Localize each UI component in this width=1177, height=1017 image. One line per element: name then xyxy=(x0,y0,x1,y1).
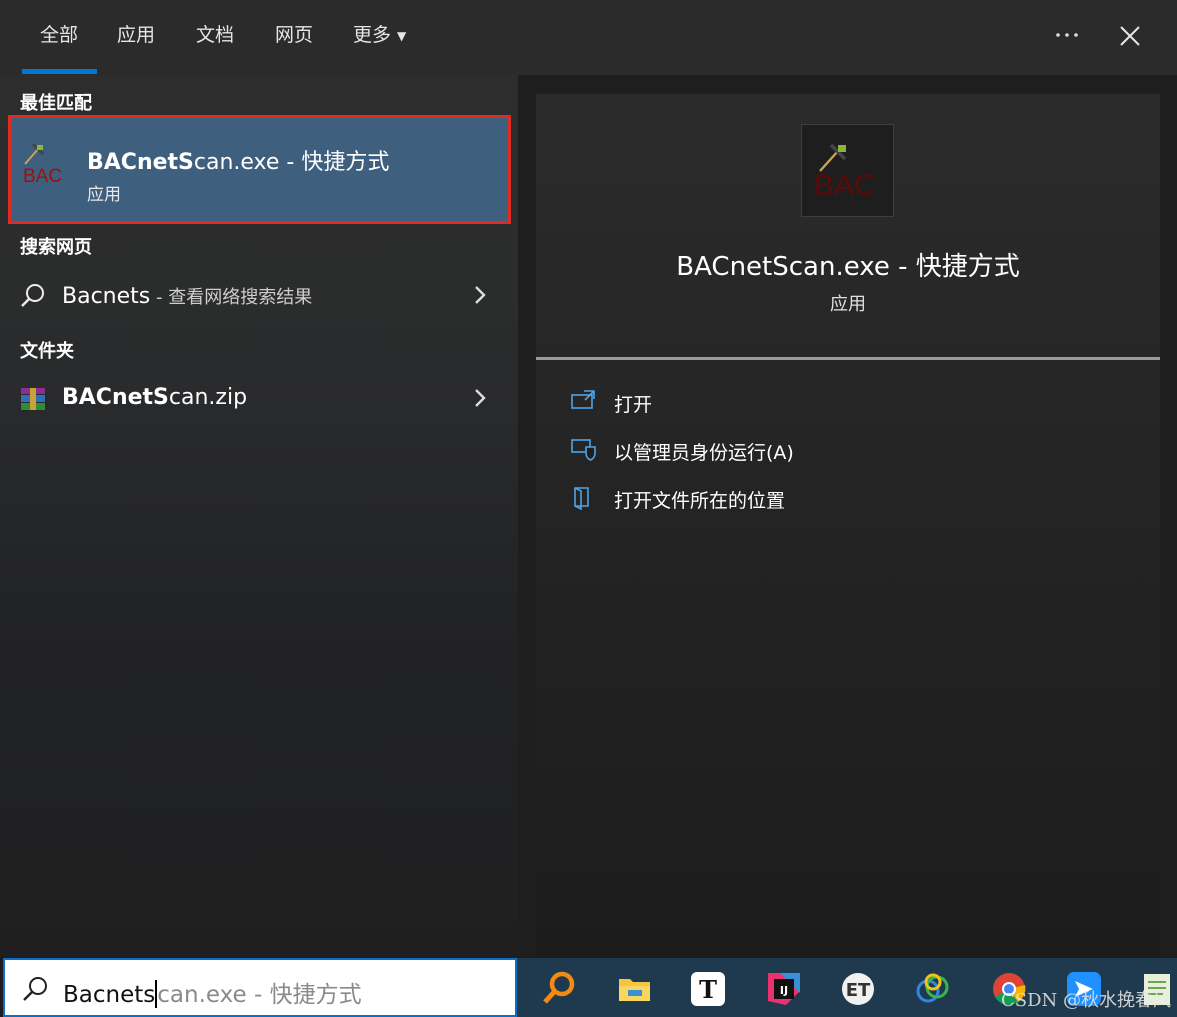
section-best-match: 最佳匹配 xyxy=(20,93,92,114)
typora-icon[interactable]: T xyxy=(690,971,725,1006)
chevron-right-icon[interactable] xyxy=(472,386,488,414)
tab-web[interactable]: 网页 xyxy=(275,22,313,48)
search-query: Bacnetscan.exe - 快捷方式 xyxy=(63,975,362,1009)
action-run-as-admin-label: 以管理员身份运行(A) xyxy=(614,442,794,464)
winrar-archive-icon xyxy=(20,387,46,415)
folder-name-bold: BACnetS xyxy=(62,385,169,410)
app-rings-icon[interactable] xyxy=(915,971,949,1005)
preview-card xyxy=(536,94,1160,957)
open-window-icon xyxy=(570,389,596,415)
tab-apps[interactable]: 应用 xyxy=(117,22,155,48)
et-app-icon[interactable]: ET xyxy=(840,971,874,1005)
preview-title: BACnetScan.exe - 快捷方式 xyxy=(676,252,1020,282)
action-open-file-location-label: 打开文件所在的位置 xyxy=(614,490,786,512)
intellij-idea-icon[interactable]: IJ xyxy=(766,971,800,1005)
search-scope-bar: 全部 应用 文档 网页 更多 ▼ xyxy=(0,0,1177,75)
file-location-icon xyxy=(570,485,596,515)
web-result-text: Bacnets - 查看网络搜索结果 xyxy=(62,283,312,309)
folder-result-text: BACnetScan.zip xyxy=(62,385,247,410)
search-typed-text: Bacnets xyxy=(63,982,156,1008)
web-query: Bacnets xyxy=(62,284,151,309)
tab-documents[interactable]: 文档 xyxy=(196,22,234,48)
file-explorer-icon[interactable] xyxy=(617,971,651,1005)
preview-icon-label: BAC xyxy=(814,169,876,202)
chevron-down-icon: ▼ xyxy=(397,28,407,43)
best-match-result[interactable]: BAC BACnetScan.exe - 快捷方式 应用 xyxy=(8,115,511,224)
action-run-as-admin[interactable]: 以管理员身份运行(A) xyxy=(570,435,1130,467)
svg-text:T: T xyxy=(699,975,717,1004)
tab-more[interactable]: 更多 ▼ xyxy=(353,22,406,49)
search-autocomplete: can.exe - 快捷方式 xyxy=(157,982,362,1008)
csdn-watermark: CSDN @秋水挽春风 xyxy=(1000,990,1171,1011)
search-input[interactable]: Bacnetscan.exe - 快捷方式 xyxy=(3,958,517,1017)
preview-type: 应用 xyxy=(830,294,866,315)
active-tab-indicator xyxy=(22,69,97,74)
tab-all[interactable]: 全部 xyxy=(40,22,78,48)
bacnetscan-app-icon: BAC xyxy=(21,142,69,188)
section-search-web: 搜索网页 xyxy=(20,237,92,258)
bac-icon-label: BAC xyxy=(23,166,63,187)
svg-text:IJ: IJ xyxy=(780,984,788,997)
more-options-icon[interactable] xyxy=(1054,23,1080,47)
section-folders: 文件夹 xyxy=(20,341,74,362)
tab-more-label: 更多 xyxy=(353,24,392,46)
best-match-title-rest: can.exe - 快捷方式 xyxy=(193,150,390,175)
best-match-type: 应用 xyxy=(87,185,121,205)
chevron-right-icon[interactable] xyxy=(472,283,488,311)
close-icon[interactable] xyxy=(1118,24,1142,52)
admin-shield-icon xyxy=(570,437,598,465)
web-suffix: - 查看网络搜索结果 xyxy=(150,287,313,308)
web-search-result[interactable]: Bacnets - 查看网络搜索结果 xyxy=(0,271,518,321)
preview-divider xyxy=(536,357,1160,360)
action-open[interactable]: 打开 xyxy=(570,387,1130,419)
folder-result[interactable]: BACnetScan.zip xyxy=(0,374,518,424)
search-icon xyxy=(20,283,46,313)
everything-search-icon[interactable] xyxy=(542,971,576,1005)
action-open-label: 打开 xyxy=(614,394,653,416)
search-icon xyxy=(21,975,49,1007)
folder-name-rest: can.zip xyxy=(168,385,248,410)
preview-app-icon: BAC xyxy=(801,124,894,217)
svg-text:ET: ET xyxy=(846,980,871,1001)
best-match-title-bold: BACnetS xyxy=(87,150,194,175)
action-open-file-location[interactable]: 打开文件所在的位置 xyxy=(570,483,1130,515)
best-match-title: BACnetScan.exe - 快捷方式 xyxy=(87,144,389,176)
